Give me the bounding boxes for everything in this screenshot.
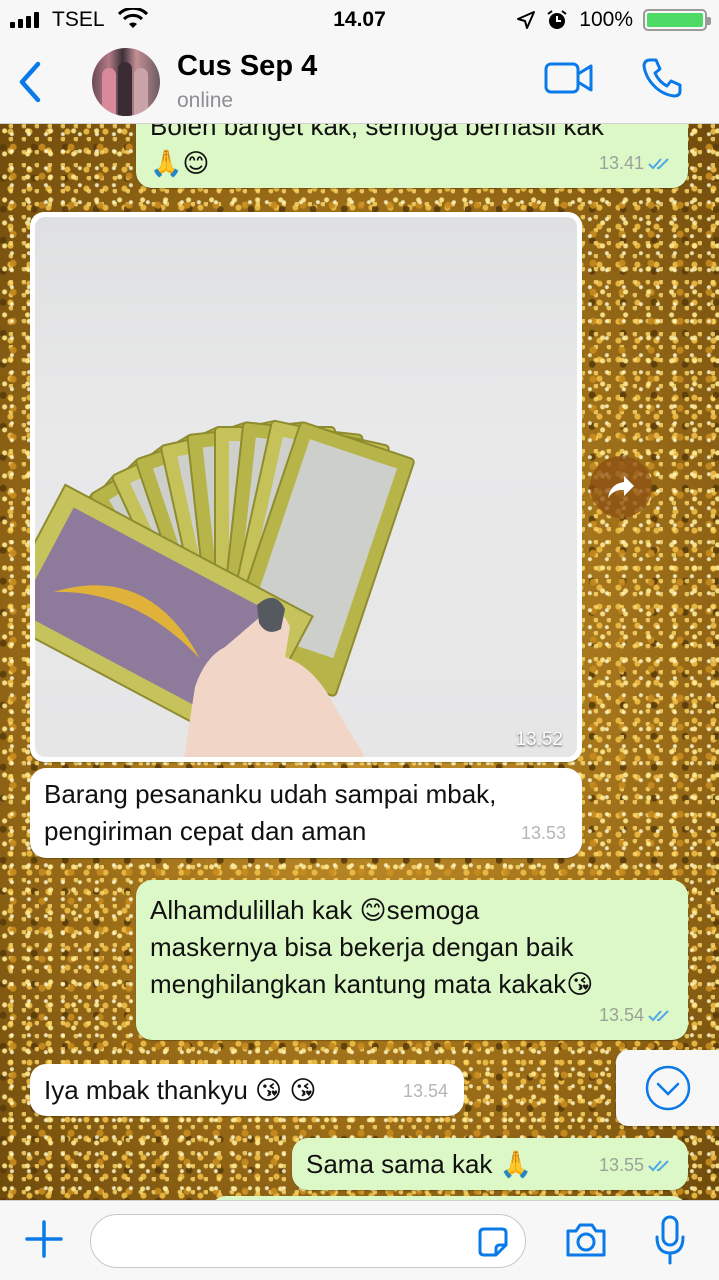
message-meta: 13.54 (403, 1073, 448, 1110)
product-photo[interactable]: 13.52 (35, 217, 577, 757)
message-text: menghilangkan kantung mata kakak😘 (150, 969, 594, 999)
status-bar: TSEL 14.07 100% (0, 0, 719, 40)
message-time: 13.41 (598, 153, 644, 173)
chevron-left-icon (19, 61, 41, 103)
message-meta: 13.54 (599, 997, 672, 1034)
video-call-button[interactable] (544, 60, 594, 101)
sticker-icon (478, 1227, 508, 1257)
message-outgoing[interactable]: Alhamdulillah kak 😊semoga maskernya bisa… (136, 880, 688, 1040)
battery-percentage: 100% (579, 8, 633, 31)
message-input-bar (0, 1200, 719, 1280)
alarm-clock-icon (546, 9, 568, 37)
back-button[interactable] (12, 58, 48, 106)
message-outgoing[interactable]: Boleh banget kak, semoga berhasil kak 🙏😊… (136, 124, 688, 188)
forward-button[interactable] (590, 456, 652, 518)
message-incoming[interactable]: Iya mbak thankyu 😘 😘 13.54 (30, 1064, 464, 1116)
message-time: 13.53 (520, 823, 566, 843)
chat-messages-area[interactable]: Boleh banget kak, semoga berhasil kak 🙏😊… (0, 124, 719, 1200)
message-meta: 13.41 (599, 145, 672, 182)
sticker-button[interactable] (476, 1225, 510, 1264)
attach-button[interactable] (24, 1219, 64, 1264)
message-time: 13.55 (598, 1155, 644, 1175)
plus-icon (25, 1220, 63, 1258)
message-text: maskernya bisa bekerja dengan baik (150, 932, 574, 962)
read-receipt-icon (648, 1009, 669, 1021)
location-arrow-icon (516, 10, 536, 36)
chat-header: Cus Sep 4 online (0, 40, 719, 124)
video-camera-icon (544, 62, 593, 94)
message-meta: 13.53 (521, 815, 566, 852)
message-meta: 13.55 (599, 1147, 672, 1184)
message-text: Iya mbak thankyu 😘 😘 (44, 1075, 317, 1105)
chevron-down-circle-icon (645, 1065, 690, 1111)
microphone-button[interactable] (654, 1215, 686, 1272)
message-input[interactable] (90, 1214, 526, 1268)
eyelid-patch-packets-image (35, 419, 415, 757)
forward-arrow-icon (608, 476, 634, 498)
message-text: Boleh banget kak, semoga berhasil kak (150, 124, 604, 141)
read-receipt-icon (648, 157, 669, 169)
contact-status: online (177, 89, 234, 112)
phone-icon (642, 58, 682, 98)
scroll-to-bottom-button[interactable] (616, 1050, 719, 1126)
read-receipt-icon (648, 1159, 669, 1171)
microphone-icon (655, 1215, 685, 1265)
message-incoming[interactable]: Barang pesananku udah sampai mbak, pengi… (30, 768, 582, 858)
message-text: pengiriman cepat dan aman (44, 816, 367, 846)
camera-icon (566, 1223, 606, 1257)
battery-icon (643, 9, 711, 31)
message-time: 13.54 (402, 1081, 448, 1101)
contact-avatar[interactable] (92, 48, 160, 116)
message-time: 13.54 (598, 1005, 644, 1025)
message-text: Barang pesananku udah sampai mbak, (44, 779, 497, 809)
message-text: Alhamdulillah kak 😊semoga (150, 895, 480, 925)
message-image[interactable]: 13.52 (30, 212, 582, 762)
message-outgoing[interactable]: Sama sama kak 🙏 13.55 (292, 1138, 688, 1190)
camera-button[interactable] (564, 1221, 608, 1264)
contact-name[interactable]: Cus Sep 4 (177, 50, 317, 83)
message-time: 13.52 (515, 729, 563, 750)
voice-call-button[interactable] (640, 56, 684, 105)
message-text: 🙏😊 (150, 148, 210, 178)
